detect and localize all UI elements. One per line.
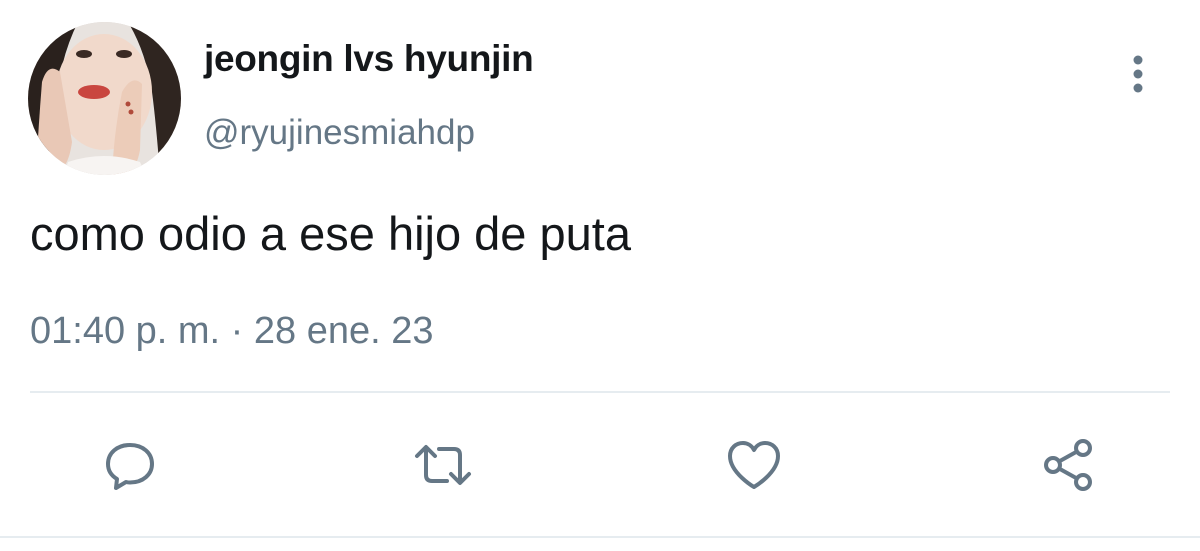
share-button[interactable]: [1033, 430, 1103, 500]
reply-button[interactable]: [95, 430, 165, 500]
tweet-card: jeongin lvs hyunjin @ryujinesmiahdp como…: [0, 0, 1200, 551]
bottom-divider: [0, 536, 1200, 538]
divider: [30, 391, 1170, 393]
avatar-image: [28, 22, 181, 175]
more-options-button[interactable]: [1120, 50, 1156, 98]
user-handle[interactable]: @ryujinesmiahdp: [204, 113, 475, 153]
more-vertical-icon: [1133, 55, 1143, 93]
tweet-timestamp[interactable]: 01:40 p. m. · 28 ene. 23: [30, 310, 434, 353]
tweet-text: como odio a ese hijo de puta: [30, 207, 631, 260]
retweet-icon: [415, 445, 471, 485]
display-name[interactable]: jeongin lvs hyunjin: [204, 38, 534, 80]
reply-bubble-icon: [106, 443, 154, 490]
retweet-button[interactable]: [408, 430, 478, 500]
like-button[interactable]: [719, 430, 789, 500]
share-icon: [1044, 439, 1092, 491]
avatar[interactable]: [28, 22, 181, 175]
heart-icon: [728, 441, 780, 489]
action-bar: [0, 420, 1200, 510]
